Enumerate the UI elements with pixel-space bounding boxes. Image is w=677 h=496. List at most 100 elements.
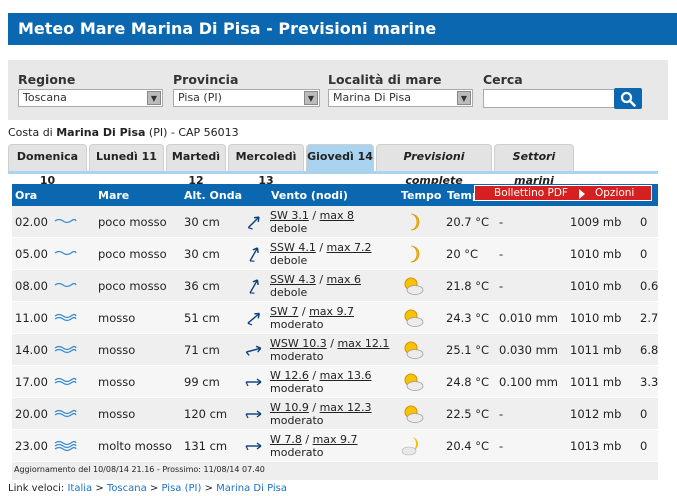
quick-links-label: Link veloci: [8,483,65,494]
sun-cloud-icon [401,275,425,300]
pressure-cell: 1012 mb [570,407,622,421]
wind-direction-icon [245,378,262,387]
pressure-cell: 1009 mb [570,215,622,229]
moon-cloud-icon [401,435,425,460]
sun-cloud-icon [401,371,425,396]
time-cell: 23.00 [15,439,48,453]
tab-giovedi[interactable]: Giovedì 14 [306,144,374,172]
tab-lunedi[interactable]: Lunedì 11 [89,144,164,171]
wind-direction-icon [247,312,261,326]
tab-previsioni-complete[interactable]: Previsioni complete [376,144,492,187]
extra-value-cell: 2.7 [640,311,659,325]
tab-settori-marini[interactable]: Settori marini [494,144,574,187]
link-italia[interactable]: Italia [67,483,92,494]
moon-icon [401,211,423,236]
wave-height-cell: 71 cm [184,343,220,357]
tab-martedi[interactable]: Martedì 12 [166,144,226,187]
temperature-cell: 22.5 °C [446,407,490,421]
wind-speed: W 12.6 [270,369,309,382]
temperature-cell: 24.8 °C [446,375,490,389]
wave-icon [54,250,77,256]
extra-value-cell: 3.3 [640,375,659,389]
wind-direction-icon [245,345,262,356]
search-input[interactable] [483,89,616,108]
wind-direction-icon [245,442,262,451]
precipitation-cell: 0.100 mm [499,375,558,389]
sea-state-cell: mosso [98,407,136,421]
wind-cell: W 12.6 / max 13.6 moderato [270,369,372,395]
time-cell: 17.00 [15,375,48,389]
pressure-cell: 1010 mb [570,279,622,293]
coast-name: Marina Di Pisa [56,126,146,139]
wind-cell: W 10.9 / max 12.3 moderato [270,401,372,427]
wind-cell: W 7.8 / max 9.7 moderato [270,433,358,459]
forecast-table: Ora Mare Alt. Onda Vento (nodi) Tempo Te… [12,184,658,480]
regione-select[interactable]: Toscana ▼ [18,89,163,107]
wave-icon [54,313,77,322]
precipitation-cell: - [499,279,504,293]
pdf-bulletin-link[interactable]: Bollettino PDF [494,187,568,199]
sea-state-cell: molto mosso [98,439,172,453]
wind-max: max 6 [326,273,362,286]
extra-value-cell: 6.8 [640,343,659,357]
chevron-down-icon: ▼ [147,91,161,105]
wind-speed: W 7.8 [270,433,302,446]
wind-strength: debole [270,222,308,235]
localita-select[interactable]: Marina Di Pisa ▼ [328,89,473,107]
time-cell: 05.00 [15,247,48,261]
wave-icon [54,377,77,386]
extra-value-cell: 0 [640,439,648,453]
time-cell: 14.00 [15,343,48,357]
wind-strength: moderato [270,382,324,395]
col-onda: Alt. Onda [184,189,243,202]
temperature-cell: 20.7 °C [446,215,490,229]
sea-state-cell: poco mosso [98,279,167,293]
link-pisa[interactable]: Pisa (PI) [162,483,202,494]
tab-mercoledi[interactable]: Mercoledì 13 [228,144,304,187]
wind-cell: SSW 4.1 / max 7.2 debole [270,241,372,267]
wind-max: max 9.7 [312,433,358,446]
wind-strength: debole [270,254,308,267]
wind-speed: SW 3.1 [270,209,309,222]
link-marina-di-pisa[interactable]: Marina Di Pisa [216,483,287,494]
col-ora: Ora [15,189,38,202]
wind-strength: moderato [270,350,324,363]
wave-icon [54,440,77,452]
precipitation-cell: - [499,215,504,229]
regione-value: Toscana [23,91,67,104]
col-mare: Mare [98,189,130,202]
table-row: 20.00 mosso 120 cm W 10.9 / max 12.3 mod… [12,398,658,430]
tab-strip-divider [8,171,658,174]
table-row: 23.00 molto mosso 131 cm W 7.8 / max 9.7… [12,430,658,462]
col-tempo: Tempo [401,189,442,202]
wave-height-cell: 30 cm [184,215,220,229]
options-link[interactable]: Opzioni [595,187,634,199]
sun-cloud-icon [401,307,425,332]
temperature-cell: 24.3 °C [446,311,490,325]
coast-prefix: Costa di [8,126,53,139]
localita-value: Marina Di Pisa [333,91,411,104]
sun-cloud-icon [401,403,425,428]
provincia-select[interactable]: Pisa (PI) ▼ [173,89,320,107]
wave-height-cell: 30 cm [184,247,220,261]
page-title: Meteo Mare Marina Di Pisa - Previsioni m… [8,13,677,45]
chevron-down-icon: ▼ [304,91,318,105]
wave-height-cell: 131 cm [184,439,228,453]
table-row: 11.00 mosso 51 cm SW 7 / max 9.7 moderat… [12,302,658,334]
temperature-cell: 25.1 °C [446,343,490,357]
sea-state-cell: poco mosso [98,247,167,261]
pressure-cell: 1013 mb [570,439,622,453]
col-vento: Vento (nodi) [271,189,348,202]
wind-cell: SSW 4.3 / max 6 debole [270,273,362,299]
link-toscana[interactable]: Toscana [107,483,147,494]
wind-direction-icon [247,216,260,230]
extra-value-cell: 0 [640,407,648,421]
wave-height-cell: 36 cm [184,279,220,293]
tab-domenica[interactable]: Domenica 10 [8,144,87,187]
moon-icon [401,243,423,268]
search-button[interactable] [614,88,642,109]
time-cell: 20.00 [15,407,48,421]
chevron-down-icon: ▼ [457,91,471,105]
sea-state-cell: mosso [98,375,136,389]
sun-cloud-icon [401,339,425,364]
